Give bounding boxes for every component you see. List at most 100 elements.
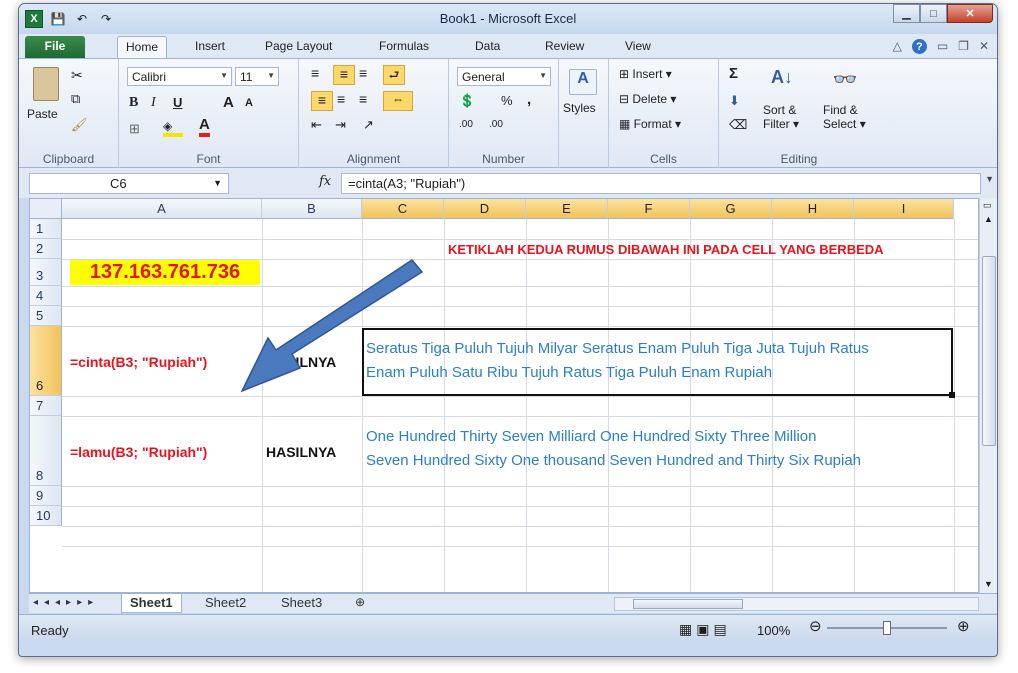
restore-window-icon[interactable]: ▭ (937, 39, 948, 54)
copy-icon[interactable]: ⧉ (71, 91, 80, 107)
tab-data[interactable]: Data (467, 36, 508, 58)
fill-icon[interactable]: ⬇ (729, 93, 740, 109)
zoom-level[interactable]: 100% (757, 623, 790, 638)
font-color-button[interactable]: A (199, 117, 210, 137)
filter-dropdown[interactable]: Filter ▾ (763, 117, 799, 131)
select-dropdown[interactable]: Select ▾ (823, 117, 866, 131)
chevron-down-icon[interactable]: ▼ (213, 178, 222, 188)
accounting-format-icon[interactable]: 💲 (459, 93, 475, 109)
formula-input[interactable]: =cinta(A3; "Rupiah") (341, 173, 981, 194)
format-painter-icon[interactable]: 🖌 (71, 117, 88, 133)
font-size-select[interactable]: 11 ▼ (235, 67, 279, 86)
number-format-select[interactable]: General ▼ (457, 67, 551, 86)
row-header-4[interactable]: 4 (30, 286, 62, 306)
percent-button[interactable]: % (501, 93, 513, 108)
zoom-slider-thumb[interactable] (883, 621, 891, 635)
restore-down-icon[interactable]: ❐ (958, 39, 969, 54)
zoom-slider[interactable] (827, 621, 947, 635)
row-header-2[interactable]: 2 (30, 239, 62, 259)
column-header-h[interactable]: H (772, 199, 854, 219)
align-middle-icon[interactable]: ≡ (333, 65, 355, 85)
paste-icon[interactable] (33, 67, 59, 101)
tab-page-layout[interactable]: Page Layout (257, 36, 340, 58)
scroll-up-icon[interactable]: ▲ (984, 214, 993, 224)
delete-cells-button[interactable]: ⊟ Delete ▾ (619, 92, 676, 106)
row-header-6[interactable]: 6 (30, 326, 62, 396)
minimize-ribbon-icon[interactable]: △ (893, 39, 902, 54)
borders-icon[interactable]: ⊞ (129, 121, 140, 137)
row-header-1[interactable]: 1 (30, 219, 62, 239)
grow-font-button[interactable]: A (223, 94, 234, 111)
align-right-icon[interactable]: ≡ (359, 91, 367, 107)
worksheet-grid[interactable]: A B C D E F G H I 1 2 3 4 5 6 7 8 9 10 K… (29, 198, 979, 593)
align-bottom-icon[interactable]: ≡ (359, 65, 367, 81)
row-header-10[interactable]: 10 (30, 506, 62, 526)
row-header-9[interactable]: 9 (30, 486, 62, 506)
column-header-g[interactable]: G (690, 199, 772, 219)
merge-center-icon[interactable]: ⇔ (383, 91, 413, 111)
styles-button[interactable]: Styles (563, 101, 596, 115)
scroll-down-icon[interactable]: ▼ (984, 579, 993, 589)
cell-c8-result[interactable]: One Hundred Thirty Seven Milliard One Hu… (366, 425, 861, 473)
cut-icon[interactable]: ✂ (71, 67, 83, 84)
zoom-in-icon[interactable]: ⊕ (957, 617, 970, 635)
orientation-icon[interactable]: ↗ (363, 117, 374, 133)
name-box[interactable]: C6 ▼ (29, 173, 229, 194)
wrap-text-icon[interactable]: ⮐ (383, 65, 405, 85)
align-center-icon[interactable]: ≡ (337, 91, 345, 107)
insert-cells-button[interactable]: ⊞ Insert ▾ (619, 67, 672, 81)
close-workbook-icon[interactable]: ✕ (979, 39, 989, 54)
row-header-5[interactable]: 5 (30, 306, 62, 326)
column-header-i[interactable]: I (854, 199, 954, 219)
italic-button[interactable]: I (151, 95, 156, 111)
sort-filter-label[interactable]: Sort & (763, 103, 796, 117)
cell-a6-formula-cinta[interactable]: =cinta(B3; "Rupiah") (70, 354, 207, 370)
align-top-icon[interactable]: ≡ (311, 65, 319, 81)
tab-file[interactable]: File (25, 36, 85, 58)
sheet-tab-3[interactable]: Sheet3 (273, 594, 330, 613)
insert-sheet-icon[interactable]: ⊕ (347, 594, 373, 613)
shrink-font-button[interactable]: A (245, 97, 253, 109)
underline-button[interactable]: U (173, 95, 182, 110)
tab-home[interactable]: Home (117, 36, 168, 58)
align-left-icon[interactable]: ≡ (311, 91, 333, 111)
row-header-3[interactable]: 3 (30, 259, 62, 286)
font-name-select[interactable]: Calibri ▼ (127, 67, 232, 86)
format-cells-button[interactable]: ▦ Format ▾ (619, 117, 681, 131)
column-header-b[interactable]: B (262, 199, 362, 219)
cell-a8-formula-lamu[interactable]: =lamu(B3; "Rupiah") (70, 444, 207, 460)
find-select-label[interactable]: Find & (823, 103, 858, 117)
sheet-tab-1[interactable]: Sheet1 (121, 594, 182, 613)
expand-formula-bar-icon[interactable]: ▼ (985, 174, 994, 184)
binoculars-icon[interactable]: 👓 (831, 67, 859, 95)
sort-filter-icon[interactable]: A↓ (767, 67, 797, 97)
column-header-f[interactable]: F (608, 199, 690, 219)
close-button[interactable]: ✕ (947, 4, 993, 23)
sheet-nav-icon[interactable]: ◂◂◂▸▸▸ (33, 597, 99, 608)
horizontal-scrollbar[interactable] (614, 597, 979, 611)
fill-color-icon[interactable]: ◈ (163, 119, 183, 137)
help-icon[interactable]: ? (911, 39, 927, 54)
clear-icon[interactable]: ⌫ (729, 117, 747, 133)
column-header-a[interactable]: A (62, 199, 262, 219)
column-header-c[interactable]: C (362, 199, 444, 219)
sheet-tab-2[interactable]: Sheet2 (197, 594, 254, 613)
increase-indent-icon[interactable]: ⇥ (335, 117, 346, 133)
comma-button[interactable]: , (527, 91, 531, 108)
row-header-7[interactable]: 7 (30, 396, 62, 416)
tab-formulas[interactable]: Formulas (371, 36, 437, 58)
decrease-decimal-button[interactable]: .00 (489, 119, 503, 130)
column-header-d[interactable]: D (444, 199, 526, 219)
paste-button[interactable]: Paste (27, 107, 58, 121)
cell-instruction-text[interactable]: KETIKLAH KEDUA RUMUS DIBAWAH INI PADA CE… (448, 242, 884, 257)
zoom-out-icon[interactable]: ⊖ (809, 617, 822, 635)
split-box-icon[interactable]: ▭ (983, 200, 992, 211)
tab-view[interactable]: View (617, 36, 659, 58)
horizontal-scroll-thumb[interactable] (633, 599, 743, 609)
column-header-e[interactable]: E (526, 199, 608, 219)
increase-decimal-button[interactable]: .00 (459, 119, 473, 130)
cell-b8-hasilnya[interactable]: HASILNYA (266, 444, 336, 460)
view-buttons-icon[interactable]: ▦▣▤ (679, 621, 731, 638)
tab-review[interactable]: Review (537, 36, 592, 58)
insert-function-icon[interactable]: fx (319, 174, 331, 189)
